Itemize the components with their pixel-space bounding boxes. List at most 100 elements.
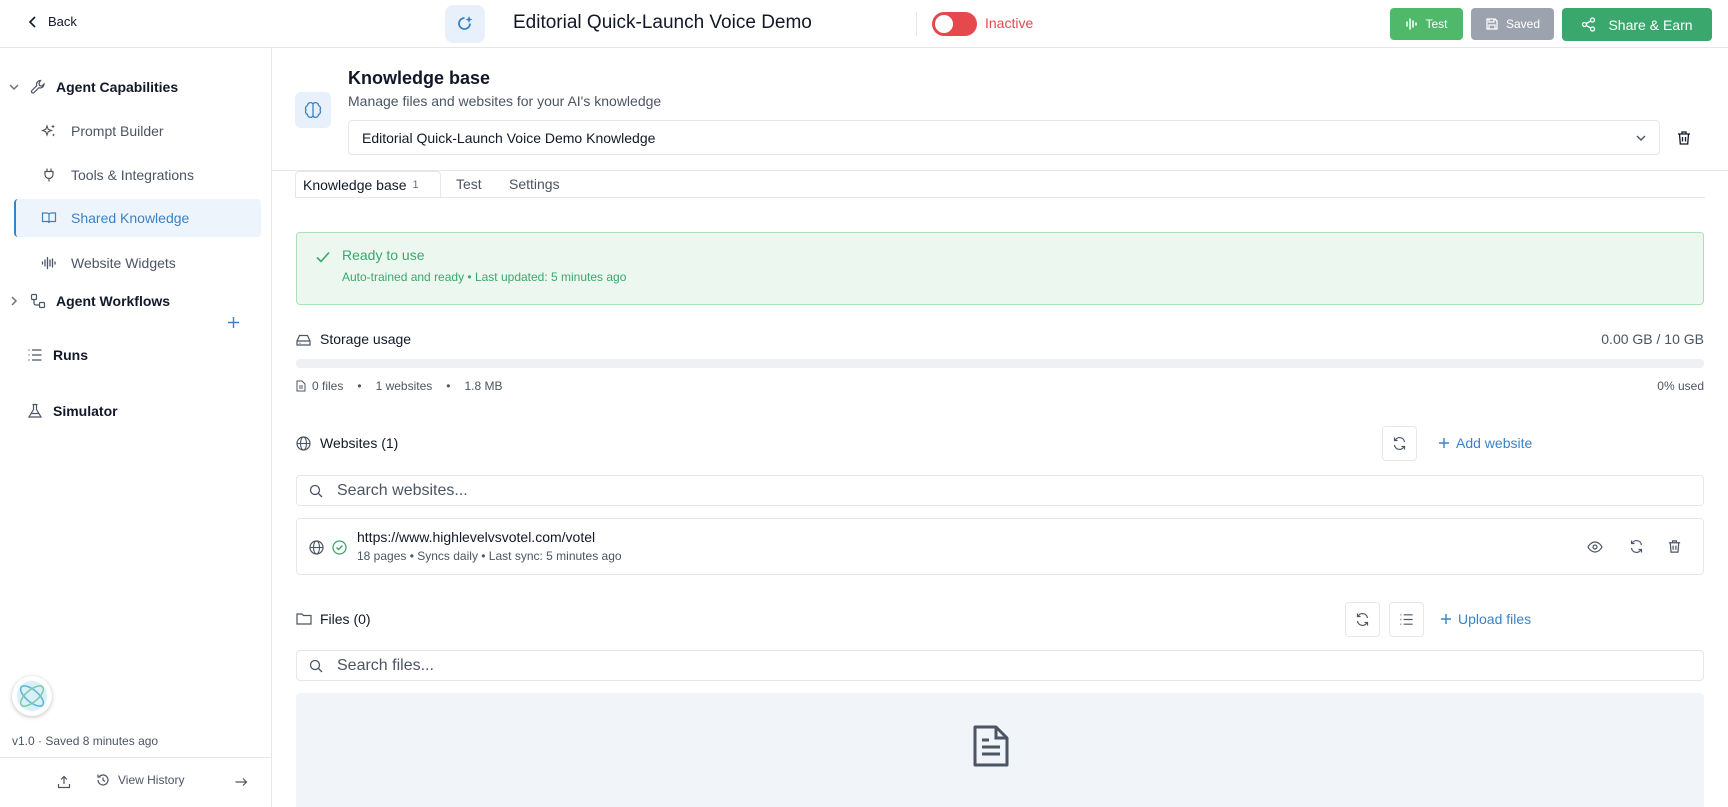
- top-bar: Back Editorial Quick-Launch Voice Demo I…: [0, 0, 1728, 48]
- list-icon: [27, 347, 43, 363]
- sidebar-item-runs[interactable]: Runs: [27, 347, 88, 363]
- add-workflow-icon[interactable]: [227, 316, 240, 329]
- back-button[interactable]: Back: [28, 14, 77, 29]
- version-status: v1.0 · Saved 8 minutes ago: [12, 734, 159, 748]
- search-icon: [309, 659, 323, 673]
- trash-icon[interactable]: [1667, 539, 1682, 554]
- refresh-icon: [1392, 436, 1407, 451]
- storage-stats: 0 files • 1 websites • 1.8 MB: [296, 379, 502, 393]
- agent-capabilities-header[interactable]: Agent Capabilities: [8, 79, 178, 95]
- wrench-icon: [30, 79, 46, 95]
- sidebar-item-label: Shared Knowledge: [71, 210, 190, 226]
- sidebar-item-shared-knowledge[interactable]: Shared Knowledge: [14, 199, 261, 237]
- share-button-label: Share & Earn: [1608, 16, 1693, 33]
- main-content: Knowledge base Manage files and websites…: [272, 48, 1728, 807]
- refresh-files-button[interactable]: [1345, 602, 1380, 637]
- search-icon: [309, 484, 323, 498]
- sidebar-item-prompt-builder[interactable]: Prompt Builder: [14, 112, 261, 150]
- websites-count: 1 websites: [375, 379, 433, 393]
- collapse-sidebar-icon[interactable]: [234, 775, 248, 789]
- check-icon: [315, 249, 331, 265]
- book-icon: [41, 210, 57, 226]
- saved-button[interactable]: Saved: [1471, 8, 1554, 40]
- storage-usage-label: Storage usage: [320, 331, 412, 347]
- agent-workflows-label: Agent Workflows: [56, 293, 171, 309]
- audio-wave-icon: [41, 255, 57, 271]
- tab-test[interactable]: Test: [456, 171, 482, 197]
- websites-label: Websites (1): [320, 435, 399, 451]
- folder-icon: [296, 612, 312, 625]
- tab-label: Knowledge base: [303, 176, 407, 193]
- agent-avatar[interactable]: [445, 5, 485, 43]
- orb-icon: [15, 679, 49, 713]
- agent-workflows-header[interactable]: Agent Workflows: [8, 293, 170, 309]
- dot-separator: •: [357, 379, 362, 393]
- header-divider: [916, 12, 917, 36]
- history-icon: [96, 773, 110, 787]
- file-icon: [296, 380, 306, 392]
- plus-icon: [1440, 613, 1452, 625]
- simulator-label: Simulator: [53, 403, 118, 419]
- website-url[interactable]: https://www.highlevelvsvotel.com/votel: [357, 529, 595, 545]
- search-websites-input[interactable]: [337, 479, 1687, 503]
- dot-separator: •: [446, 379, 451, 393]
- runs-label: Runs: [53, 347, 88, 363]
- hard-drive-icon: [296, 333, 311, 347]
- test-button[interactable]: Test: [1390, 8, 1463, 40]
- agent-sparkle-icon: [455, 14, 475, 34]
- selected-knowledge-base: Editorial Quick-Launch Voice Demo Knowle…: [362, 130, 656, 146]
- knowledge-base-select[interactable]: Editorial Quick-Launch Voice Demo Knowle…: [348, 120, 1660, 155]
- view-history-button[interactable]: View History: [96, 773, 184, 787]
- tab-count-badge: 1: [412, 178, 419, 191]
- tabs-divider: [295, 197, 1705, 198]
- ready-subtitle: Auto-trained and ready • Last updated: 5…: [342, 270, 627, 284]
- add-website-button[interactable]: Add website: [1438, 435, 1532, 451]
- assistant-orb-button[interactable]: [12, 676, 52, 716]
- export-icon[interactable]: [57, 775, 71, 789]
- waveform-icon: [1405, 17, 1419, 31]
- sidebar-item-simulator[interactable]: Simulator: [27, 403, 118, 419]
- website-item: https://www.highlevelvsvotel.com/votel 1…: [296, 518, 1704, 575]
- resync-icon[interactable]: [1629, 539, 1644, 554]
- eye-icon[interactable]: [1587, 540, 1603, 554]
- share-earn-button[interactable]: Share & Earn: [1562, 8, 1712, 41]
- page-title: Knowledge base: [348, 68, 491, 88]
- knowledge-base-badge: [295, 92, 331, 128]
- agent-title[interactable]: Editorial Quick-Launch Voice Demo: [513, 12, 812, 34]
- sparkles-icon: [41, 123, 57, 139]
- globe-icon: [296, 436, 311, 451]
- storage-size: 1.8 MB: [464, 379, 503, 393]
- brain-icon: [303, 100, 323, 120]
- storage-used-text: 0% used: [1657, 379, 1704, 393]
- header-divider: [272, 170, 1728, 171]
- list-view-button[interactable]: [1389, 602, 1424, 637]
- storage-value: 0.00 GB / 10 GB: [1601, 331, 1704, 347]
- tab-knowledge-base[interactable]: Knowledge base 1: [295, 171, 441, 197]
- delete-knowledge-base-icon[interactable]: [1676, 130, 1692, 146]
- globe-icon: [309, 540, 324, 555]
- sidebar-item-tools-integrations[interactable]: Tools & Integrations: [14, 156, 261, 194]
- list-icon: [1399, 612, 1414, 627]
- upload-files-button[interactable]: Upload files: [1440, 611, 1531, 627]
- sidebar-item-website-widgets[interactable]: Website Widgets: [14, 244, 261, 282]
- share-icon: [1581, 17, 1596, 32]
- test-button-label: Test: [1425, 17, 1448, 31]
- ready-status-banner: Ready to use Auto-trained and ready • La…: [296, 232, 1704, 305]
- status-label: Inactive: [985, 15, 1034, 31]
- plug-icon: [41, 167, 57, 183]
- refresh-websites-button[interactable]: [1382, 426, 1417, 461]
- sidebar-item-label: Tools & Integrations: [71, 167, 194, 183]
- website-meta: 18 pages • Syncs daily • Last sync: 5 mi…: [357, 549, 622, 563]
- back-label: Back: [48, 14, 77, 29]
- tab-settings[interactable]: Settings: [509, 171, 560, 197]
- active-toggle[interactable]: [932, 12, 977, 36]
- page-subtitle: Manage files and websites for your AI's …: [348, 93, 662, 109]
- sidebar-item-label: Website Widgets: [71, 255, 176, 271]
- sidebar-item-label: Prompt Builder: [71, 123, 164, 139]
- search-files-input[interactable]: [337, 654, 1687, 678]
- ready-title: Ready to use: [342, 247, 425, 263]
- chevron-down-icon: [1635, 132, 1647, 144]
- chevron-left-icon: [28, 15, 38, 28]
- workflow-icon: [30, 293, 46, 309]
- files-label: Files (0): [320, 611, 371, 627]
